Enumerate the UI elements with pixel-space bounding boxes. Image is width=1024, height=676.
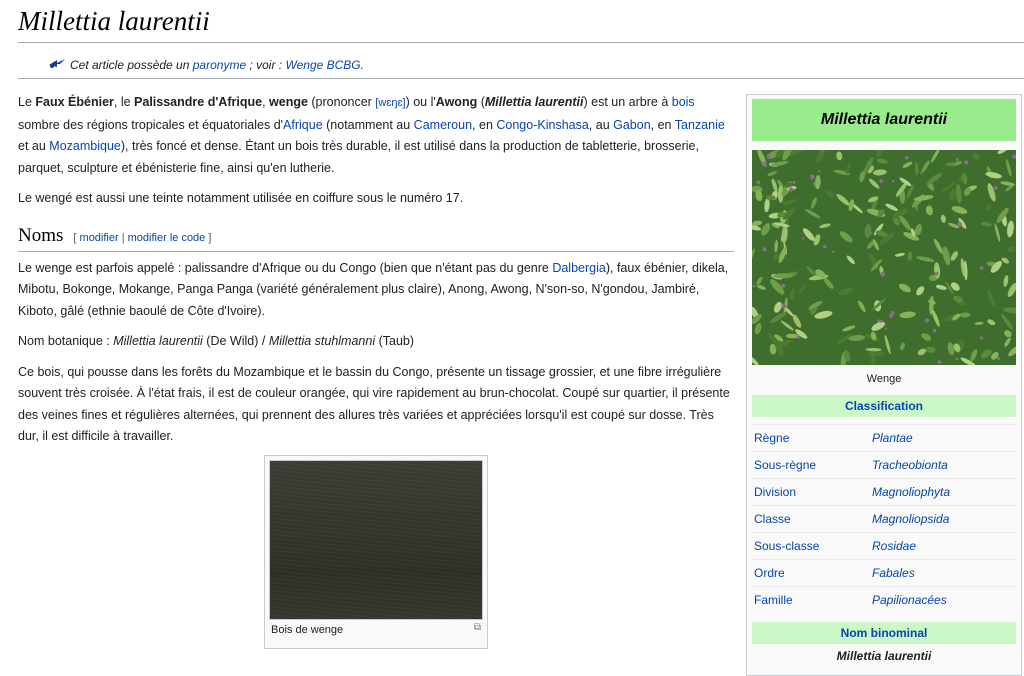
intro-paragraph-2: Le wengé est aussi une teinte notamment …: [18, 191, 464, 205]
taxon-row-famille: Famille Papilionacées: [752, 586, 1016, 613]
taxon-rank-link[interactable]: Famille: [754, 587, 793, 613]
paronyme-link[interactable]: paronyme: [193, 58, 246, 72]
thumbnail-caption: Bois de wenge: [271, 624, 344, 636]
wenge-wood-thumbnail: Bois de wenge ⧉: [264, 455, 488, 649]
noms-paragraph: Le wenge est parfois appelé : palissandr…: [18, 260, 729, 318]
taxon-row-ordre: Ordre Fabales: [752, 559, 1016, 586]
edit-section: [ modifier | modifier le code ]: [73, 231, 212, 244]
botanical-name-paragraph: Nom botanique : Millettia laurentii (De …: [18, 334, 415, 348]
intro-paragraph: Le Faux Ébénier, le Palissandre d'Afriqu…: [18, 95, 725, 175]
hatnote-text: Cet article possède un paronyme ; voir :…: [70, 57, 364, 72]
link-tanzanie[interactable]: Tanzanie: [675, 118, 725, 132]
wenge-wood-image[interactable]: [269, 460, 483, 620]
link-cameroun[interactable]: Cameroun: [414, 118, 472, 132]
ipa-link[interactable]: [wɛŋɛ]: [375, 97, 405, 109]
taxon-value-link[interactable]: Magnoliophyta: [872, 479, 950, 505]
taxon-row-regne: Règne Plantae: [752, 424, 1016, 451]
wenge-tree-photo[interactable]: [752, 150, 1016, 365]
taxon-rank-link[interactable]: Division: [754, 479, 796, 505]
infobox: Millettia laurentii Wenge Classification…: [746, 94, 1022, 676]
link-dalbergia[interactable]: Dalbergia: [552, 261, 606, 275]
magnify-icon[interactable]: ⧉: [474, 622, 481, 633]
article-body: Le Faux Ébénier, le Palissandre d'Afriqu…: [18, 92, 734, 457]
taxon-rank-link[interactable]: Sous-classe: [754, 533, 819, 559]
taxon-value-link[interactable]: Plantae: [872, 425, 913, 451]
taxon-value-link[interactable]: Tracheobionta: [872, 452, 948, 478]
taxon-value-link[interactable]: Papilionacées: [872, 587, 947, 613]
infobox-title: Millettia laurentii: [752, 99, 1016, 141]
link-congo-kinshasa[interactable]: Congo-Kinshasa: [496, 118, 588, 132]
taxon-value-link[interactable]: Fabales: [872, 560, 915, 586]
taxon-row-division: Division Magnoliophyta: [752, 478, 1016, 505]
taxon-row-sous-regne: Sous-règne Tracheobionta: [752, 451, 1016, 478]
modifier-le-code-link[interactable]: modifier le code: [128, 232, 206, 244]
taxon-row-classe: Classe Magnoliopsida: [752, 505, 1016, 532]
taxon-rank-link[interactable]: Ordre: [754, 560, 785, 586]
hatnote: Cet article possède un paronyme ; voir :…: [18, 52, 1024, 79]
taxon-rank-link[interactable]: Classe: [754, 506, 791, 532]
link-bois[interactable]: bois: [672, 95, 695, 109]
link-mozambique[interactable]: Mozambique: [49, 139, 121, 153]
infobox-photo-caption: Wenge: [866, 373, 902, 385]
link-afrique[interactable]: Afrique: [283, 118, 323, 132]
wenge-bcbg-link[interactable]: Wenge BCBG: [285, 58, 360, 72]
classification-heading: Classification: [752, 395, 1016, 417]
modifier-link[interactable]: modifier: [80, 232, 119, 244]
binominal-name: Millettia laurentii: [836, 649, 932, 663]
page-title: Millettia laurentii: [18, 4, 1024, 43]
binominal-heading: Nom binominal: [752, 622, 1016, 644]
section-heading-noms: Noms[ modifier | modifier le code ]: [18, 224, 734, 252]
taxon-row-sous-classe: Sous-classe Rosidae: [752, 532, 1016, 559]
taxon-value-link[interactable]: Magnoliopsida: [872, 506, 949, 532]
taxon-rank-link[interactable]: Règne: [754, 425, 789, 451]
link-gabon[interactable]: Gabon: [613, 118, 651, 132]
disambiguation-icon: [48, 57, 66, 72]
taxon-rank-link[interactable]: Sous-règne: [754, 452, 816, 478]
taxon-value-link[interactable]: Rosidae: [872, 533, 916, 559]
description-paragraph: Ce bois, qui pousse dans les forêts du M…: [18, 364, 730, 444]
